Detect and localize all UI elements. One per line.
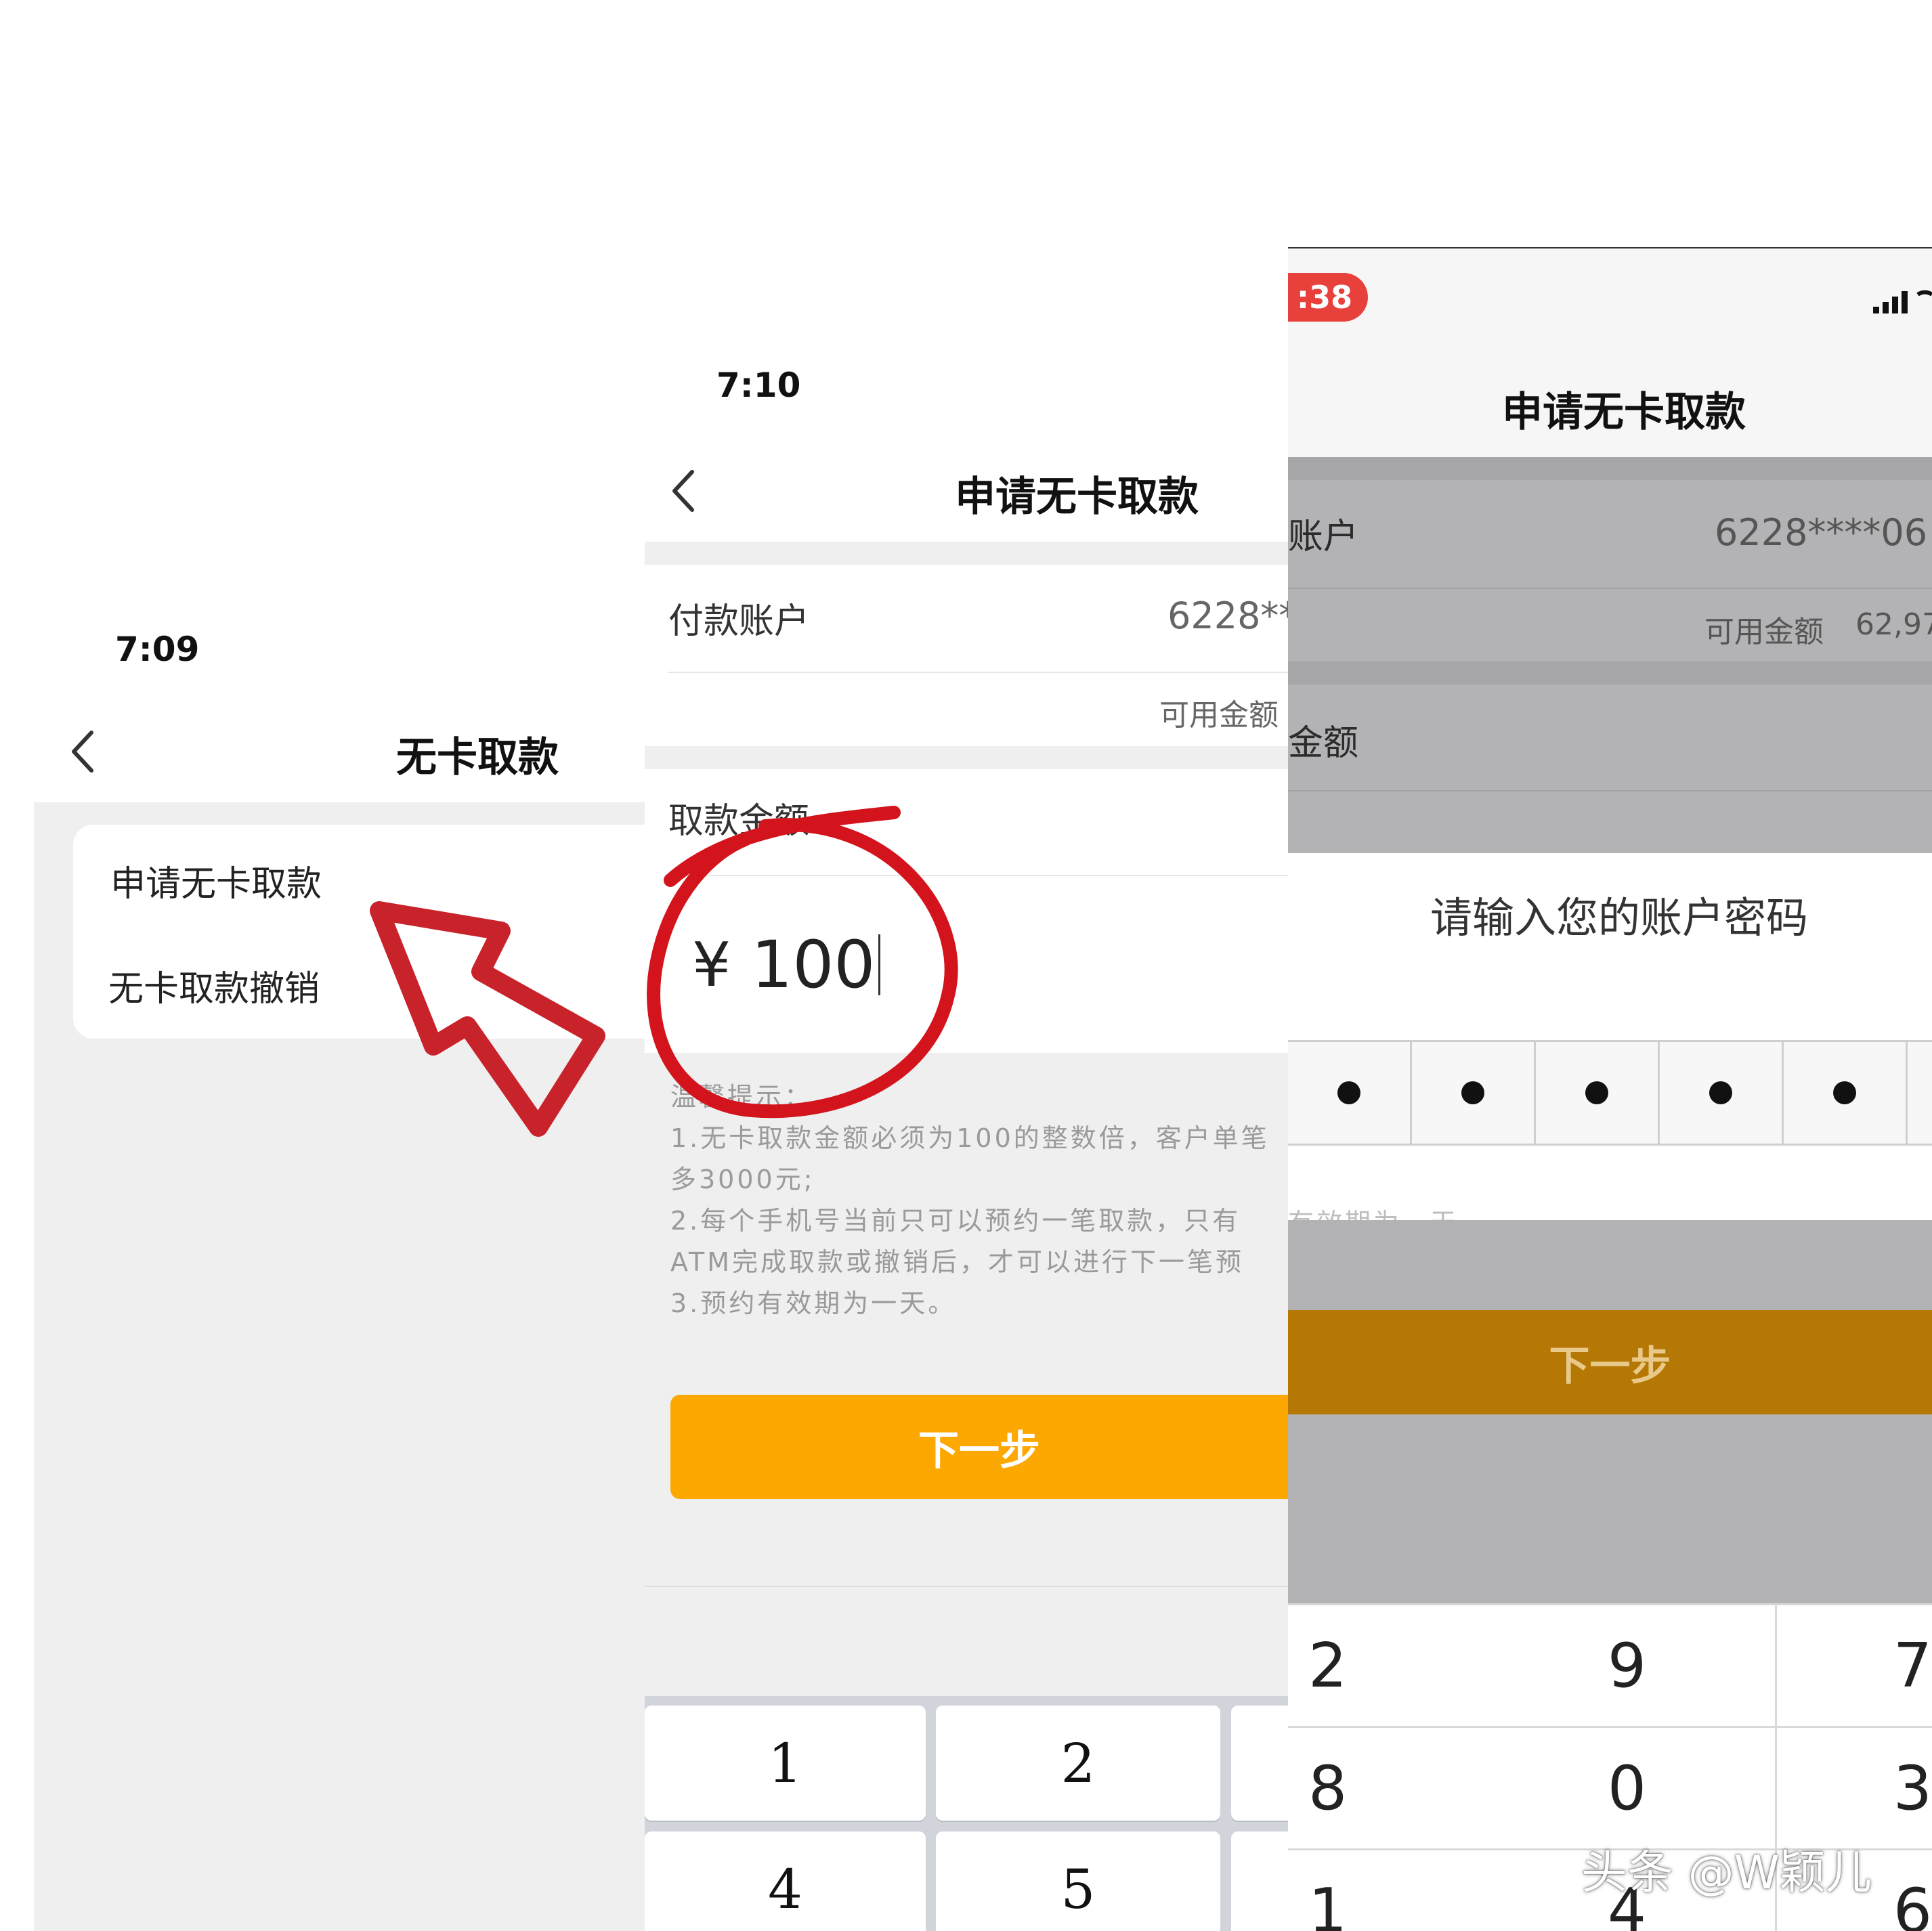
password-dot bbox=[1585, 1081, 1608, 1104]
next-button[interactable]: 下一步 bbox=[670, 1395, 1288, 1499]
keypad: 1 2 4 5 bbox=[645, 1696, 1288, 1931]
section-gap bbox=[645, 542, 1288, 565]
top-border bbox=[1288, 247, 1932, 248]
password-cell bbox=[1412, 1042, 1536, 1144]
keypad-key-2[interactable]: 2 bbox=[936, 1706, 1220, 1821]
numpad-key[interactable]: 0 bbox=[1479, 1728, 1775, 1848]
status-time: :38 bbox=[1296, 279, 1353, 316]
tip-line: ATM完成取款或撤销后，才可以进行下一笔预 bbox=[670, 1247, 1245, 1277]
numpad-key[interactable]: 2 bbox=[1288, 1605, 1497, 1726]
available-label: 可用金额 bbox=[1704, 615, 1824, 649]
account-value: 6228** bbox=[1167, 594, 1288, 637]
password-cell bbox=[1288, 1042, 1412, 1144]
divider bbox=[1288, 588, 1932, 589]
numpad-key[interactable]: 1 bbox=[1288, 1850, 1497, 1931]
status-time: 7:10 bbox=[716, 366, 801, 405]
chevron-left-icon bbox=[72, 731, 93, 773]
password-field[interactable] bbox=[1288, 1040, 1932, 1146]
amount-label: 金额 bbox=[1288, 723, 1359, 764]
numpad-key[interactable]: 8 bbox=[1288, 1728, 1497, 1848]
red-circle-icon bbox=[647, 806, 958, 1119]
menu-item-cancel-label[interactable]: 无卡取款撤销 bbox=[108, 960, 320, 1011]
keypad-key-4[interactable]: 4 bbox=[645, 1831, 926, 1931]
password-dot bbox=[1337, 1081, 1360, 1104]
page-title: 无卡取款 bbox=[396, 734, 559, 781]
divider bbox=[668, 672, 1288, 673]
numpad-key[interactable]: 9 bbox=[1479, 1605, 1775, 1726]
numpad-key[interactable]: 3 bbox=[1777, 1728, 1932, 1848]
password-cell bbox=[1660, 1042, 1784, 1144]
back-button[interactable] bbox=[665, 464, 706, 518]
keypad-key-5[interactable]: 5 bbox=[936, 1831, 1220, 1931]
divider bbox=[1288, 790, 1932, 791]
keypad-key-1[interactable]: 1 bbox=[645, 1706, 926, 1821]
back-button[interactable] bbox=[64, 724, 105, 779]
menu-item-label: 申请无卡取款 bbox=[110, 864, 322, 905]
status-time-badge: :38 bbox=[1288, 273, 1368, 322]
page-title: 申请无卡取款 bbox=[955, 473, 1199, 521]
signal-bars-icon bbox=[1873, 290, 1932, 313]
tip-line: 多3000元; bbox=[670, 1165, 815, 1194]
keypad-key-3[interactable] bbox=[1231, 1706, 1288, 1821]
password-dot bbox=[1709, 1081, 1732, 1104]
overlay-band bbox=[1288, 661, 1932, 685]
password-cell bbox=[1784, 1042, 1908, 1144]
account-label: 账户 bbox=[1288, 517, 1359, 557]
password-cell bbox=[1908, 1042, 1932, 1144]
password-cell bbox=[1536, 1042, 1660, 1144]
available-value: 62,97 bbox=[1855, 607, 1932, 642]
tip-line: 3.预约有效期为一天。 bbox=[670, 1288, 957, 1318]
account-label: 付款账户 bbox=[668, 601, 810, 642]
account-value: 6228****06 bbox=[1715, 511, 1928, 554]
chevron-left-icon bbox=[672, 470, 694, 512]
red-arrow-icon bbox=[370, 901, 605, 1137]
available-label: 可用金额 bbox=[1159, 698, 1279, 733]
next-button[interactable]: 下一步 bbox=[1288, 1310, 1932, 1414]
status-time: 7:09 bbox=[115, 630, 200, 669]
divider bbox=[645, 1586, 1288, 1587]
password-dot bbox=[1461, 1081, 1484, 1104]
page-title: 申请无卡取款 bbox=[1502, 389, 1746, 436]
overlay-band bbox=[1288, 457, 1932, 480]
panel-password-entry: :38 申请无卡取款 账户 6228****06 可用金额 62,97 金额 请… bbox=[1288, 247, 1932, 1931]
watermark: 头条 @W颖儿 bbox=[1581, 1846, 1872, 1900]
section-gap bbox=[645, 746, 1288, 769]
keypad-key-6[interactable] bbox=[1231, 1831, 1288, 1931]
numpad-key[interactable]: 7 bbox=[1777, 1605, 1932, 1726]
password-prompt: 请输入您的账户密码 bbox=[1430, 893, 1809, 942]
password-dot bbox=[1833, 1081, 1856, 1104]
panel-no-card-withdrawal-menu: 7:09 无卡取款 申请无卡取款 无卡取款撤销 bbox=[0, 596, 645, 1931]
tip-line: 2.每个手机号当前只可以预约一笔取款，只有 bbox=[670, 1206, 1241, 1236]
